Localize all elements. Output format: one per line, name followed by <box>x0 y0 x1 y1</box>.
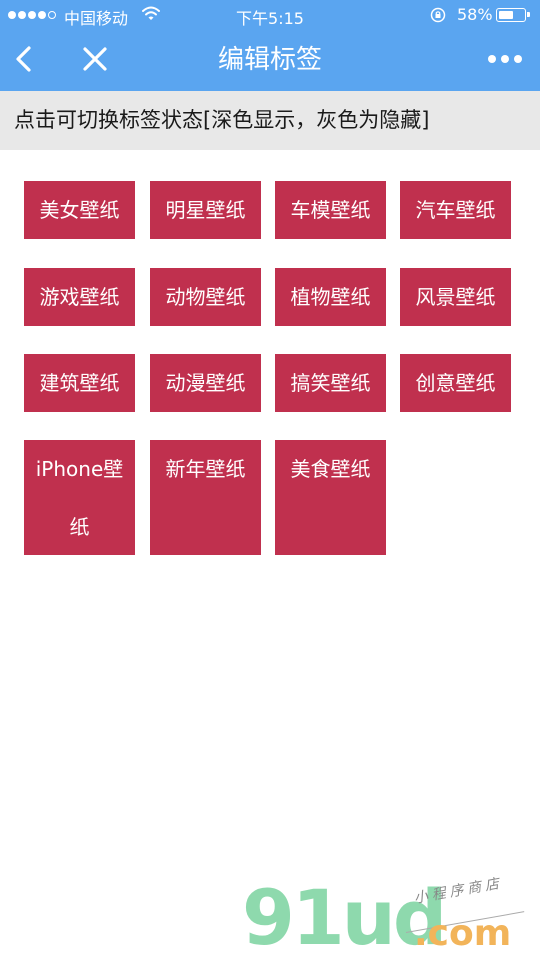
instruction-text: 点击可切换标签状态[深色显示，灰色为隐藏] <box>14 108 430 132</box>
tag-label: 车模壁纸 <box>290 198 371 222</box>
tag-button[interactable]: 新年壁纸 <box>150 440 261 555</box>
more-button[interactable] <box>485 42 525 76</box>
battery-percent: 58% <box>457 5 493 24</box>
tag-label: 搞笑壁纸 <box>290 371 371 395</box>
page-title: 编辑标签 <box>217 45 322 75</box>
top-bar: 中国移动 下午5:15 58% 编辑标签 <box>0 0 540 91</box>
tag-button[interactable]: 游戏壁纸 <box>24 268 135 326</box>
tag-button[interactable]: 美食壁纸 <box>275 440 386 555</box>
tag-button[interactable]: 车模壁纸 <box>275 181 386 239</box>
watermark-domain: .com <box>414 913 512 954</box>
battery-icon <box>496 8 530 22</box>
tag-button[interactable]: 风景壁纸 <box>400 268 511 326</box>
tag-button[interactable]: iPhone壁纸 <box>24 440 135 555</box>
tag-button[interactable]: 明星壁纸 <box>150 181 261 239</box>
tag-label: 创意壁纸 <box>415 371 496 395</box>
tag-label: 美女壁纸 <box>39 198 120 222</box>
tag-label: 游戏壁纸 <box>39 285 120 309</box>
tag-button[interactable]: 创意壁纸 <box>400 354 511 412</box>
tag-label: 植物壁纸 <box>290 285 371 309</box>
tag-label: 美食壁纸 <box>290 457 371 481</box>
tag-label: 动漫壁纸 <box>165 371 246 395</box>
tag-label: 风景壁纸 <box>415 285 496 309</box>
battery-tip <box>527 12 530 17</box>
tag-button[interactable]: 美女壁纸 <box>24 181 135 239</box>
tag-button[interactable]: 建筑壁纸 <box>24 354 135 412</box>
tag-label: 新年壁纸 <box>165 457 246 481</box>
instruction-banner: 点击可切换标签状态[深色显示，灰色为隐藏] <box>0 91 540 150</box>
rotation-lock-icon <box>430 7 446 27</box>
battery-fill <box>498 10 513 19</box>
nav-bar: 编辑标签 <box>0 30 540 91</box>
tag-label: 动物壁纸 <box>165 285 246 309</box>
tag-button[interactable]: 搞笑壁纸 <box>275 354 386 412</box>
tag-button[interactable]: 动漫壁纸 <box>150 354 261 412</box>
tag-button[interactable]: 动物壁纸 <box>150 268 261 326</box>
tag-button[interactable]: 汽车壁纸 <box>400 181 511 239</box>
watermark-logo: 91ud 小程序商店 .com <box>238 875 538 960</box>
more-dots-icon <box>488 55 522 63</box>
tag-label: 建筑壁纸 <box>39 371 120 395</box>
status-bar: 中国移动 下午5:15 58% <box>0 0 540 30</box>
tag-label: 明星壁纸 <box>165 198 246 222</box>
tag-button[interactable]: 植物壁纸 <box>275 268 386 326</box>
tag-label: 汽车壁纸 <box>415 198 496 222</box>
tag-label: iPhone壁纸 <box>35 457 124 539</box>
